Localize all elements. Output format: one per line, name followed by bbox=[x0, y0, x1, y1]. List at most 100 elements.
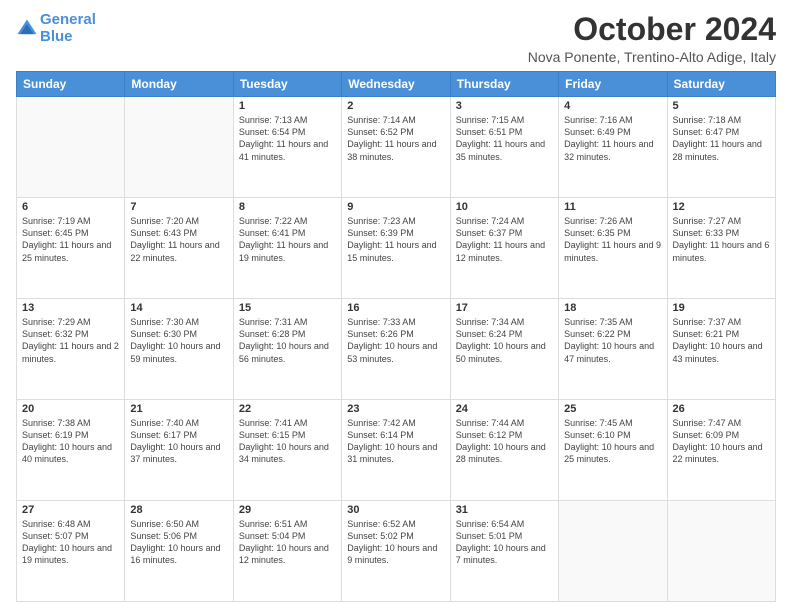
table-row: 11 Sunrise: 7:26 AMSunset: 6:35 PMDaylig… bbox=[559, 198, 667, 299]
day-info: Sunrise: 7:16 AMSunset: 6:49 PMDaylight:… bbox=[564, 114, 661, 163]
header: General Blue October 2024 Nova Ponente, … bbox=[16, 12, 776, 65]
table-row: 10 Sunrise: 7:24 AMSunset: 6:37 PMDaylig… bbox=[450, 198, 558, 299]
day-info: Sunrise: 7:31 AMSunset: 6:28 PMDaylight:… bbox=[239, 316, 336, 365]
day-number: 13 bbox=[22, 302, 119, 314]
day-number: 28 bbox=[130, 504, 227, 516]
day-number: 4 bbox=[564, 100, 661, 112]
day-info: Sunrise: 7:15 AMSunset: 6:51 PMDaylight:… bbox=[456, 114, 553, 163]
day-info: Sunrise: 7:37 AMSunset: 6:21 PMDaylight:… bbox=[673, 316, 770, 365]
calendar-table: Sunday Monday Tuesday Wednesday Thursday… bbox=[16, 71, 776, 602]
day-info: Sunrise: 7:18 AMSunset: 6:47 PMDaylight:… bbox=[673, 114, 770, 163]
day-info: Sunrise: 7:23 AMSunset: 6:39 PMDaylight:… bbox=[347, 215, 444, 264]
day-number: 26 bbox=[673, 403, 770, 415]
logo-icon bbox=[16, 18, 38, 40]
day-number: 17 bbox=[456, 302, 553, 314]
day-info: Sunrise: 7:26 AMSunset: 6:35 PMDaylight:… bbox=[564, 215, 661, 264]
day-number: 19 bbox=[673, 302, 770, 314]
calendar-week-4: 20 Sunrise: 7:38 AMSunset: 6:19 PMDaylig… bbox=[17, 400, 776, 501]
table-row: 30 Sunrise: 6:52 AMSunset: 5:02 PMDaylig… bbox=[342, 501, 450, 602]
table-row: 26 Sunrise: 7:47 AMSunset: 6:09 PMDaylig… bbox=[667, 400, 775, 501]
day-info: Sunrise: 7:30 AMSunset: 6:30 PMDaylight:… bbox=[130, 316, 227, 365]
day-number: 12 bbox=[673, 201, 770, 213]
day-info: Sunrise: 7:35 AMSunset: 6:22 PMDaylight:… bbox=[564, 316, 661, 365]
page: General Blue October 2024 Nova Ponente, … bbox=[0, 0, 792, 612]
calendar-week-2: 6 Sunrise: 7:19 AMSunset: 6:45 PMDayligh… bbox=[17, 198, 776, 299]
header-monday: Monday bbox=[125, 72, 233, 97]
table-row: 28 Sunrise: 6:50 AMSunset: 5:06 PMDaylig… bbox=[125, 501, 233, 602]
table-row: 17 Sunrise: 7:34 AMSunset: 6:24 PMDaylig… bbox=[450, 299, 558, 400]
day-number: 24 bbox=[456, 403, 553, 415]
table-row: 20 Sunrise: 7:38 AMSunset: 6:19 PMDaylig… bbox=[17, 400, 125, 501]
table-row bbox=[125, 97, 233, 198]
day-info: Sunrise: 7:40 AMSunset: 6:17 PMDaylight:… bbox=[130, 417, 227, 466]
table-row: 29 Sunrise: 6:51 AMSunset: 5:04 PMDaylig… bbox=[233, 501, 341, 602]
day-number: 18 bbox=[564, 302, 661, 314]
day-info: Sunrise: 7:13 AMSunset: 6:54 PMDaylight:… bbox=[239, 114, 336, 163]
table-row: 5 Sunrise: 7:18 AMSunset: 6:47 PMDayligh… bbox=[667, 97, 775, 198]
day-info: Sunrise: 7:47 AMSunset: 6:09 PMDaylight:… bbox=[673, 417, 770, 466]
day-info: Sunrise: 7:38 AMSunset: 6:19 PMDaylight:… bbox=[22, 417, 119, 466]
day-info: Sunrise: 7:19 AMSunset: 6:45 PMDaylight:… bbox=[22, 215, 119, 264]
day-info: Sunrise: 7:14 AMSunset: 6:52 PMDaylight:… bbox=[347, 114, 444, 163]
day-info: Sunrise: 7:42 AMSunset: 6:14 PMDaylight:… bbox=[347, 417, 444, 466]
day-info: Sunrise: 6:52 AMSunset: 5:02 PMDaylight:… bbox=[347, 518, 444, 567]
day-info: Sunrise: 7:34 AMSunset: 6:24 PMDaylight:… bbox=[456, 316, 553, 365]
logo: General Blue bbox=[16, 12, 96, 45]
header-thursday: Thursday bbox=[450, 72, 558, 97]
day-number: 22 bbox=[239, 403, 336, 415]
table-row: 24 Sunrise: 7:44 AMSunset: 6:12 PMDaylig… bbox=[450, 400, 558, 501]
calendar-week-1: 1 Sunrise: 7:13 AMSunset: 6:54 PMDayligh… bbox=[17, 97, 776, 198]
table-row: 6 Sunrise: 7:19 AMSunset: 6:45 PMDayligh… bbox=[17, 198, 125, 299]
header-friday: Friday bbox=[559, 72, 667, 97]
table-row: 9 Sunrise: 7:23 AMSunset: 6:39 PMDayligh… bbox=[342, 198, 450, 299]
calendar-week-5: 27 Sunrise: 6:48 AMSunset: 5:07 PMDaylig… bbox=[17, 501, 776, 602]
day-number: 20 bbox=[22, 403, 119, 415]
table-row bbox=[559, 501, 667, 602]
table-row: 1 Sunrise: 7:13 AMSunset: 6:54 PMDayligh… bbox=[233, 97, 341, 198]
day-number: 11 bbox=[564, 201, 661, 213]
day-number: 9 bbox=[347, 201, 444, 213]
header-wednesday: Wednesday bbox=[342, 72, 450, 97]
table-row: 14 Sunrise: 7:30 AMSunset: 6:30 PMDaylig… bbox=[125, 299, 233, 400]
table-row: 2 Sunrise: 7:14 AMSunset: 6:52 PMDayligh… bbox=[342, 97, 450, 198]
header-sunday: Sunday bbox=[17, 72, 125, 97]
day-info: Sunrise: 6:48 AMSunset: 5:07 PMDaylight:… bbox=[22, 518, 119, 567]
day-number: 27 bbox=[22, 504, 119, 516]
day-number: 3 bbox=[456, 100, 553, 112]
calendar-week-3: 13 Sunrise: 7:29 AMSunset: 6:32 PMDaylig… bbox=[17, 299, 776, 400]
table-row: 22 Sunrise: 7:41 AMSunset: 6:15 PMDaylig… bbox=[233, 400, 341, 501]
day-number: 15 bbox=[239, 302, 336, 314]
day-info: Sunrise: 7:41 AMSunset: 6:15 PMDaylight:… bbox=[239, 417, 336, 466]
title-block: October 2024 Nova Ponente, Trentino-Alto… bbox=[528, 12, 776, 65]
day-number: 31 bbox=[456, 504, 553, 516]
day-number: 23 bbox=[347, 403, 444, 415]
day-info: Sunrise: 7:27 AMSunset: 6:33 PMDaylight:… bbox=[673, 215, 770, 264]
day-info: Sunrise: 6:54 AMSunset: 5:01 PMDaylight:… bbox=[456, 518, 553, 567]
table-row bbox=[17, 97, 125, 198]
calendar-header-row: Sunday Monday Tuesday Wednesday Thursday… bbox=[17, 72, 776, 97]
table-row: 19 Sunrise: 7:37 AMSunset: 6:21 PMDaylig… bbox=[667, 299, 775, 400]
day-number: 14 bbox=[130, 302, 227, 314]
day-info: Sunrise: 7:45 AMSunset: 6:10 PMDaylight:… bbox=[564, 417, 661, 466]
header-tuesday: Tuesday bbox=[233, 72, 341, 97]
day-number: 2 bbox=[347, 100, 444, 112]
day-number: 29 bbox=[239, 504, 336, 516]
day-info: Sunrise: 7:33 AMSunset: 6:26 PMDaylight:… bbox=[347, 316, 444, 365]
table-row: 18 Sunrise: 7:35 AMSunset: 6:22 PMDaylig… bbox=[559, 299, 667, 400]
table-row: 25 Sunrise: 7:45 AMSunset: 6:10 PMDaylig… bbox=[559, 400, 667, 501]
logo-text: General Blue bbox=[40, 12, 96, 45]
day-number: 7 bbox=[130, 201, 227, 213]
day-number: 21 bbox=[130, 403, 227, 415]
table-row: 23 Sunrise: 7:42 AMSunset: 6:14 PMDaylig… bbox=[342, 400, 450, 501]
day-number: 6 bbox=[22, 201, 119, 213]
day-number: 10 bbox=[456, 201, 553, 213]
table-row: 31 Sunrise: 6:54 AMSunset: 5:01 PMDaylig… bbox=[450, 501, 558, 602]
month-title: October 2024 bbox=[528, 12, 776, 47]
day-number: 25 bbox=[564, 403, 661, 415]
day-number: 16 bbox=[347, 302, 444, 314]
day-number: 30 bbox=[347, 504, 444, 516]
day-info: Sunrise: 7:29 AMSunset: 6:32 PMDaylight:… bbox=[22, 316, 119, 365]
table-row: 27 Sunrise: 6:48 AMSunset: 5:07 PMDaylig… bbox=[17, 501, 125, 602]
day-info: Sunrise: 7:24 AMSunset: 6:37 PMDaylight:… bbox=[456, 215, 553, 264]
table-row: 21 Sunrise: 7:40 AMSunset: 6:17 PMDaylig… bbox=[125, 400, 233, 501]
